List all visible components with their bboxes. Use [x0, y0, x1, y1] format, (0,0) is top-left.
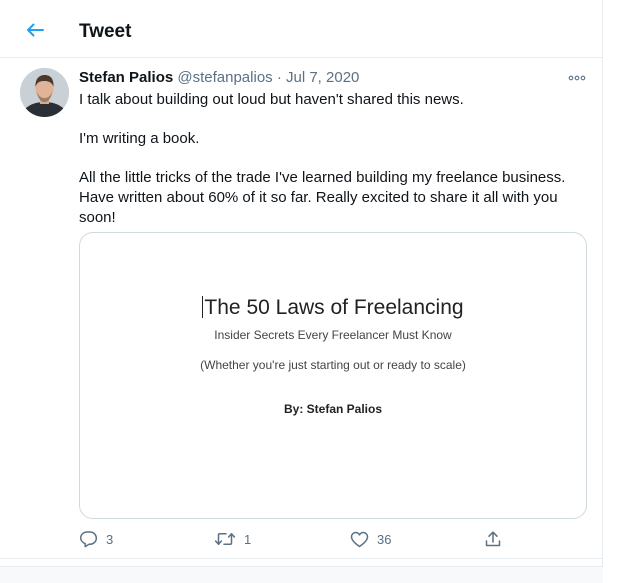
retweet-button[interactable]: 1 [214, 529, 251, 549]
reply-count: 3 [106, 531, 114, 547]
tweet-page: Tweet Stefan Palios @stefanpalios · Jul … [0, 0, 603, 583]
author-handle[interactable]: @stefanpalios [177, 69, 272, 86]
more-dots-icon [568, 75, 586, 81]
share-icon [485, 531, 501, 547]
reply-icon [79, 531, 98, 548]
book-subtitle: Insider Secrets Every Freelancer Must Kn… [214, 328, 452, 342]
book-author: By: Stefan Palios [283, 402, 383, 416]
divider [0, 558, 603, 559]
share-button[interactable] [484, 529, 502, 549]
book-title: The 50 Laws of Freelancing [204, 296, 464, 319]
reply-button[interactable]: 3 [79, 529, 113, 549]
tweet-paragraph: I talk about building out loud but haven… [79, 91, 464, 108]
book-tagline: (Whether you're just starting out or rea… [200, 358, 466, 372]
avatar[interactable] [20, 68, 69, 117]
tweet-date[interactable]: Jul 7, 2020 [286, 69, 359, 86]
retweet-count: 1 [244, 531, 252, 547]
tweet-text: I talk about building out loud but haven… [79, 90, 579, 228]
like-count: 36 [377, 531, 392, 547]
tweet-paragraph: I'm writing a book. [79, 130, 200, 147]
heart-icon [350, 531, 369, 547]
meta-separator: · [276, 69, 282, 86]
page-header: Tweet [0, 0, 603, 58]
author-name[interactable]: Stefan Palios [79, 69, 173, 86]
back-button[interactable] [22, 17, 48, 43]
arrow-left-icon [27, 23, 44, 37]
divider-strip [0, 566, 603, 583]
media-card[interactable]: The 50 Laws of Freelancing Insider Secre… [79, 232, 587, 519]
page-title: Tweet [79, 21, 132, 42]
tweet-paragraph: All the little tricks of the trade I've … [79, 169, 566, 226]
tweet-meta: Stefan Palios @stefanpalios · Jul 7, 202… [79, 68, 359, 88]
like-button[interactable]: 36 [350, 529, 391, 549]
book-title-row: The 50 Laws of Freelancing [80, 295, 586, 321]
user-photo-icon [20, 68, 69, 117]
retweet-icon [214, 533, 236, 545]
more-options-button[interactable] [566, 70, 588, 86]
